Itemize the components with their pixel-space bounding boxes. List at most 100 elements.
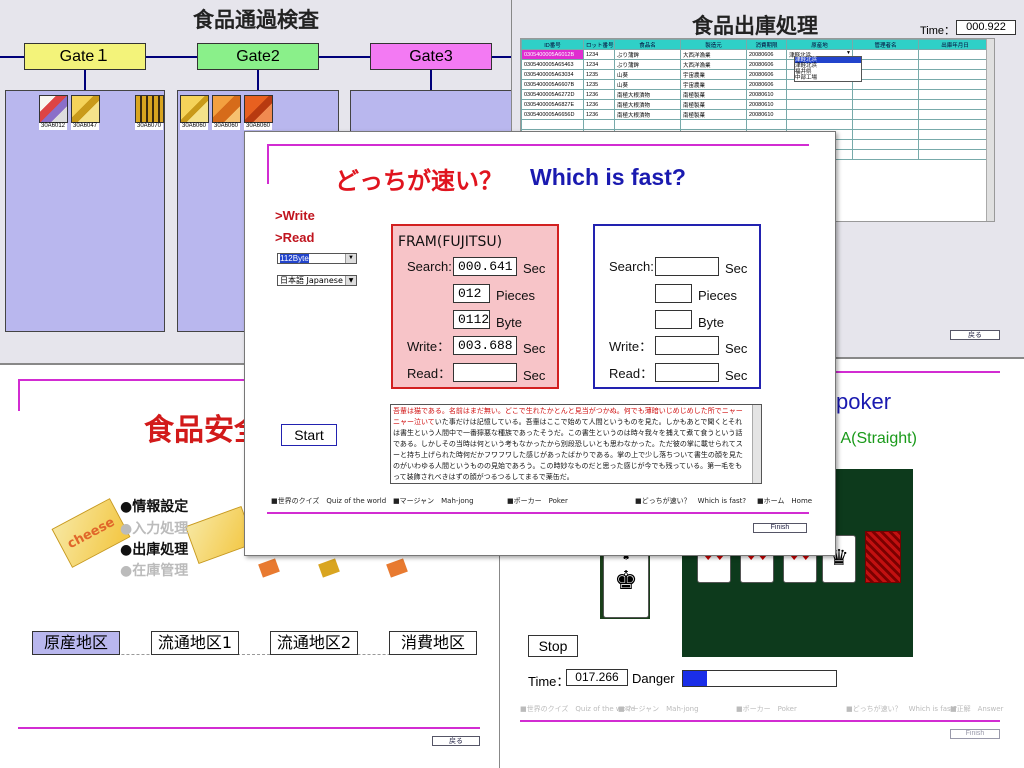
start-button[interactable]: Start	[281, 424, 337, 446]
safety-back-button[interactable]: 戻る	[432, 736, 480, 746]
menu-shipping[interactable]: ●出庫処理	[120, 539, 188, 559]
table-cell[interactable]: 0305400005A6272D	[521, 89, 584, 100]
table-row[interactable]: 0305400005A6656D 1236 南極大根漬物 南極製菓 200806…	[521, 109, 992, 120]
nav-answer[interactable]: ■正解 Answer	[950, 704, 1003, 714]
table-cell[interactable]: 山葵	[614, 79, 681, 90]
table-cell[interactable]	[852, 79, 919, 90]
table-cell[interactable]: 0305400005A6656D	[521, 109, 584, 120]
region-distribution-1[interactable]: 流通地区1	[151, 631, 239, 655]
chevron-down-icon[interactable]: ▼	[345, 276, 356, 285]
gate3-button[interactable]: Gate3	[370, 43, 492, 70]
table-cell[interactable]	[521, 119, 584, 130]
table-cell[interactable]	[918, 79, 992, 90]
table-cell[interactable]: 南極大根漬物	[614, 89, 681, 100]
table-cell[interactable]: 0305400005A65463	[521, 59, 584, 70]
col-header[interactable]: 製造元	[680, 39, 747, 50]
menu-inventory[interactable]: ●在庫管理	[120, 560, 188, 580]
table-cell[interactable]: 南極製菓	[680, 109, 747, 120]
table-cell[interactable]: 1236	[583, 99, 615, 110]
table-cell[interactable]	[918, 49, 992, 60]
table-cell[interactable]: 1235	[583, 79, 615, 90]
table-cell[interactable]: 南極製菓	[680, 89, 747, 100]
size-select[interactable]: 112Byte ▼	[277, 253, 357, 264]
stop-button[interactable]: Stop	[528, 635, 578, 657]
table-row[interactable]: 0305400005A65463 1234 ぶり蒲鉾 大西洋漁業 2008060…	[521, 59, 992, 70]
table-cell[interactable]: 南極製菓	[680, 99, 747, 110]
nav-quiz[interactable]: ■世界のクイズ Quiz of the world	[271, 496, 386, 506]
table-cell[interactable]: 1236	[583, 89, 615, 100]
sample-text-area[interactable]: 吾輩は猫である。名前はまだ無い。どこで生れたかとんと見当がつかぬ。何でも薄暗いじ…	[390, 404, 762, 484]
table-cell[interactable]	[852, 109, 919, 120]
nav-mahjong[interactable]: ■マージャン Mah-jong	[618, 704, 699, 714]
table-cell[interactable]: 1235	[583, 69, 615, 80]
table-cell[interactable]: 0305400005A6012B	[521, 49, 584, 60]
finish-button[interactable]: Finish	[753, 523, 807, 533]
table-row[interactable]: 0305400005A6012B 1234 ぶり蒲鉾 大西洋漁業 2008060…	[521, 49, 992, 60]
shipping-back-button[interactable]: 戻る	[950, 330, 1000, 340]
table-cell[interactable]	[786, 99, 853, 110]
table-scrollbar[interactable]	[986, 39, 994, 221]
table-cell[interactable]	[786, 89, 853, 100]
table-row[interactable]: 0305400005A63034 1235 山葵 宇宙農業 20080606	[521, 69, 992, 80]
nav-mahjong[interactable]: ■マージャン Mah-jong	[393, 496, 474, 506]
table-cell[interactable]: ぶり蒲鉾	[614, 49, 681, 60]
table-cell[interactable]: 0305400005A6607B	[521, 79, 584, 90]
col-header[interactable]: 消費期限	[746, 39, 787, 50]
card-back[interactable]	[865, 531, 901, 583]
table-cell[interactable]: 山葵	[614, 69, 681, 80]
food-item[interactable]: 30A6060	[212, 95, 241, 130]
table-cell[interactable]: 0305400005A63034	[521, 69, 584, 80]
table-cell[interactable]	[852, 59, 919, 70]
region-distribution-2[interactable]: 流通地区2	[270, 631, 358, 655]
table-cell[interactable]	[852, 69, 919, 80]
table-cell[interactable]	[786, 109, 853, 120]
table-cell[interactable]: 1234	[583, 59, 615, 70]
origin-dropdown-list[interactable]: 津軽北浜 津軽北浜 福井県 中部工場	[794, 56, 862, 82]
table-cell[interactable]: 南極大根漬物	[614, 109, 681, 120]
region-origin[interactable]: 原産地区	[32, 631, 120, 655]
table-cell[interactable]: 20080606	[746, 79, 787, 90]
table-cell[interactable]: 南極大根漬物	[614, 99, 681, 110]
table-row[interactable]: 0305400005A6607B 1235 山葵 宇宙農業 20080606	[521, 79, 992, 90]
col-header[interactable]: 食品名	[614, 39, 681, 50]
nav-poker[interactable]: ■ポーカー Poker	[736, 704, 797, 714]
table-cell[interactable]	[852, 89, 919, 100]
table-cell[interactable]: 1236	[583, 109, 615, 120]
language-select[interactable]: 日本語 Japanese ▼	[277, 275, 357, 286]
col-header[interactable]: 出庫年月日	[918, 39, 992, 50]
king-spades-card[interactable]: ♠ ♚	[603, 552, 649, 618]
table-cell[interactable]: 20080610	[746, 99, 787, 110]
table-row[interactable]: 0305400005A6827E 1236 南極大根漬物 南極製菓 200806…	[521, 99, 992, 110]
table-cell[interactable]: 1234	[583, 49, 615, 60]
table-row[interactable]: 0305400005A6272D 1236 南極大根漬物 南極製菓 200806…	[521, 89, 992, 100]
table-cell[interactable]: 宇宙農業	[680, 69, 747, 80]
table-cell[interactable]: 20080610	[746, 109, 787, 120]
table-cell[interactable]	[918, 69, 992, 80]
table-cell[interactable]: 大西洋漁業	[680, 49, 747, 60]
col-header[interactable]: ロット番号	[583, 39, 615, 50]
col-header[interactable]: 管理者名	[852, 39, 919, 50]
menu-info-settings[interactable]: ●情報設定	[120, 496, 188, 516]
nav-home[interactable]: ■ホーム Home	[757, 496, 812, 506]
table-cell[interactable]	[918, 99, 992, 110]
table-cell[interactable]: ぶり蒲鉾	[614, 59, 681, 70]
menu-input[interactable]: ●入力処理	[120, 518, 188, 538]
food-item[interactable]: 30A6070	[135, 95, 164, 130]
read-link[interactable]: >Read	[275, 230, 314, 245]
table-cell[interactable]	[918, 109, 992, 120]
table-cell[interactable]	[852, 49, 919, 60]
table-cell[interactable]	[852, 99, 919, 110]
food-item[interactable]: 30A6047	[71, 95, 100, 130]
table-cell[interactable]: 20080610	[746, 89, 787, 100]
food-item[interactable]: 30A6012	[39, 95, 68, 130]
gate1-button[interactable]: Gate１	[24, 43, 146, 70]
gate2-button[interactable]: Gate2	[197, 43, 319, 70]
col-header[interactable]: 原産地	[786, 39, 853, 50]
table-cell[interactable]: 宇宙農業	[680, 79, 747, 90]
food-item[interactable]: 30A6060	[244, 95, 273, 130]
dropdown-option[interactable]: 中部工場	[795, 75, 861, 81]
table-cell[interactable]	[918, 59, 992, 70]
chevron-down-icon[interactable]: ▼	[345, 254, 356, 263]
table-cell[interactable]: 20080606	[746, 49, 787, 60]
text-scrollbar[interactable]	[752, 405, 761, 483]
